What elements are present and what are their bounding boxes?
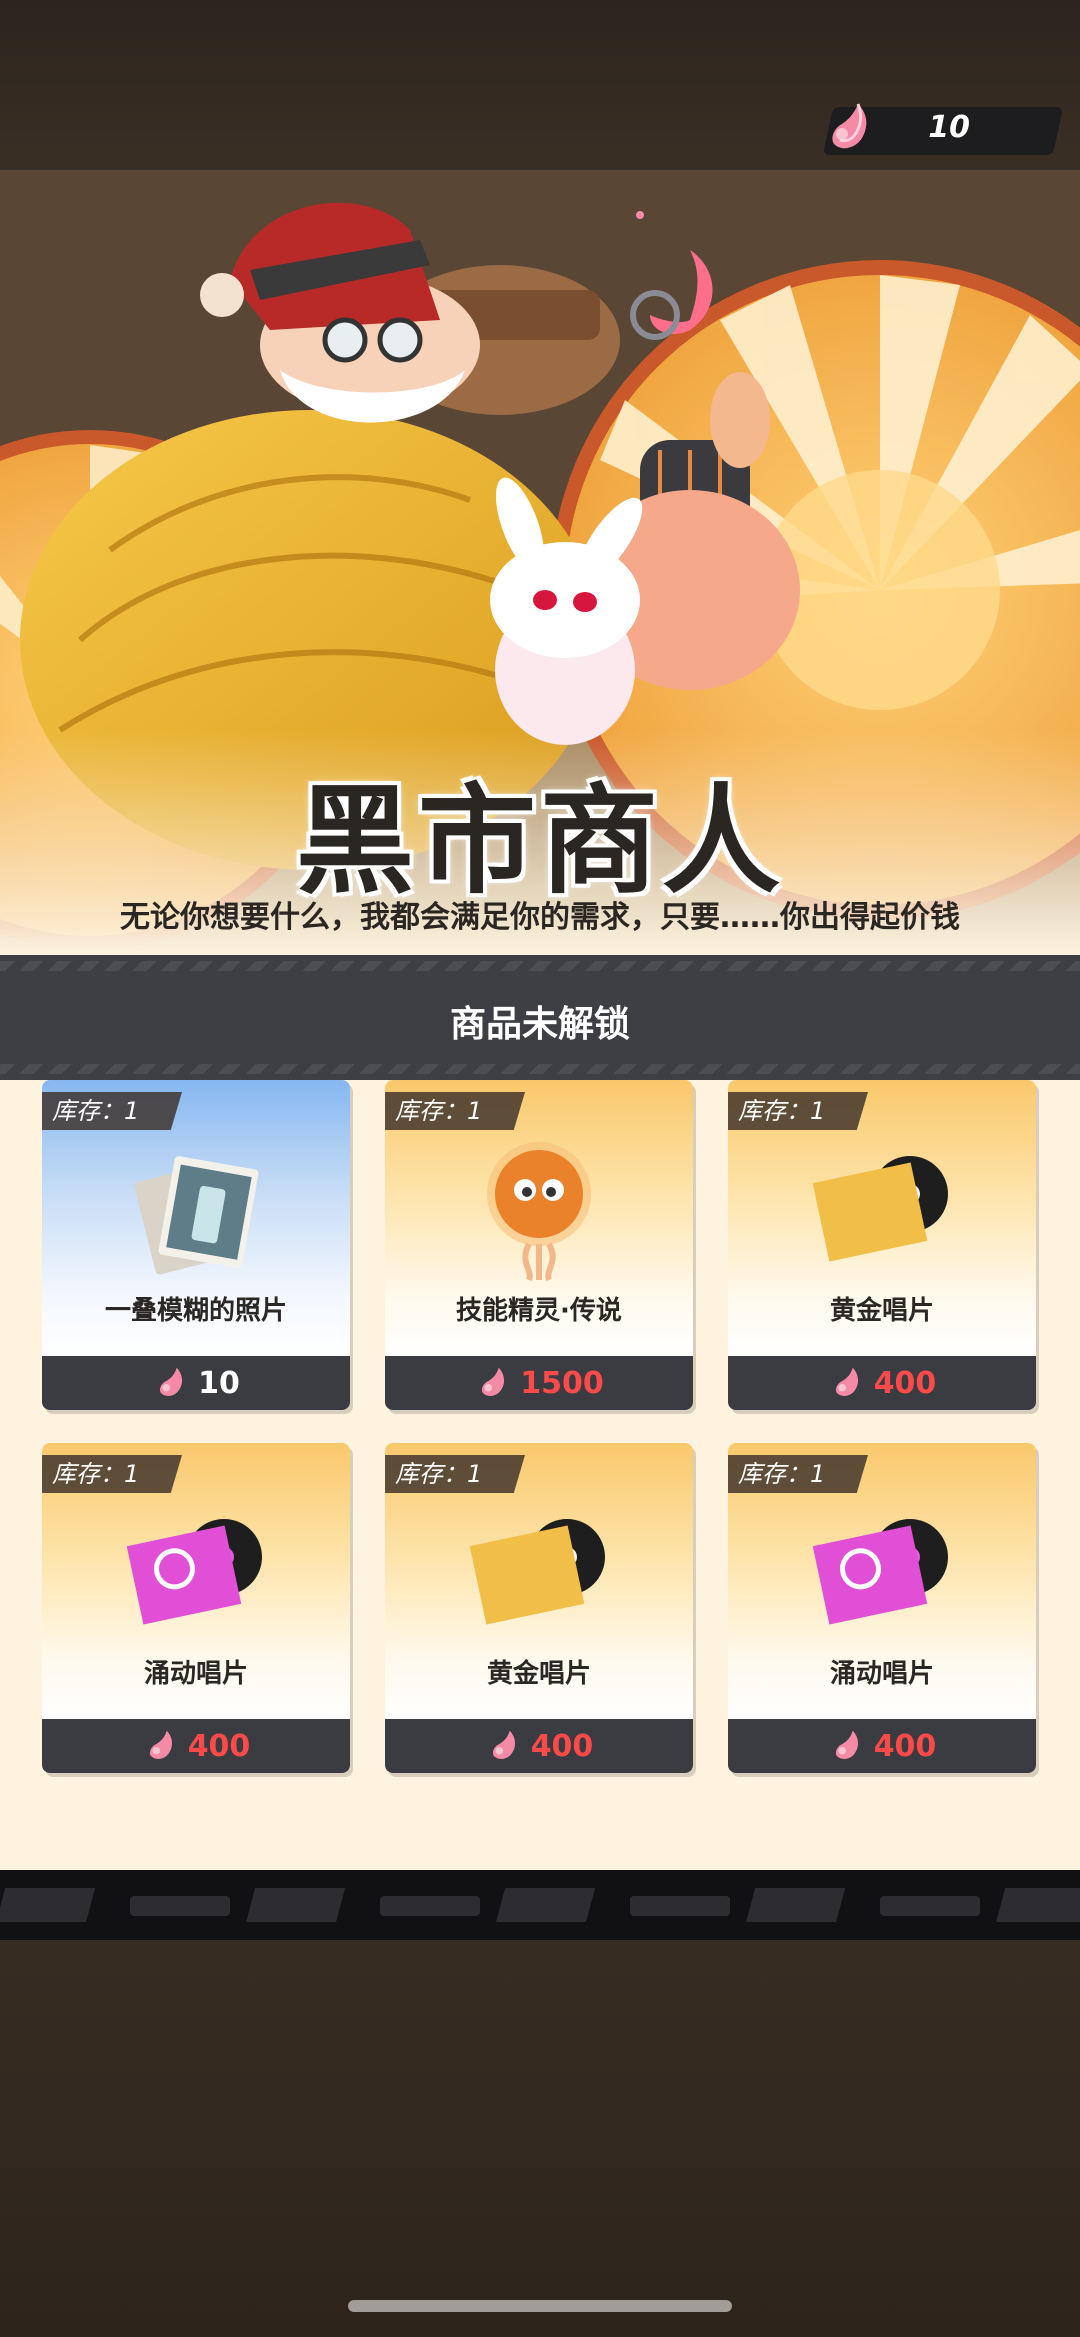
decorative-stripe bbox=[0, 1870, 1080, 1940]
item-name: 黄金唱片 bbox=[829, 1296, 934, 1326]
pink-crystal-icon bbox=[835, 1730, 858, 1759]
item-price: 400 bbox=[873, 1365, 937, 1401]
merchant-subtitle: 无论你想要什么，我都会满足你的需求，只要……你出得起价钱 bbox=[120, 900, 960, 935]
item-name: 黄金唱片 bbox=[486, 1659, 591, 1689]
home-indicator[interactable] bbox=[348, 2300, 732, 2312]
shop-item-card[interactable]: 库存：1 涌动唱片 400 bbox=[728, 1443, 1036, 1773]
pink-crystal-icon bbox=[832, 103, 867, 149]
currency-amount: 10 bbox=[928, 110, 970, 145]
lock-banner: 商品未解锁 bbox=[0, 955, 1080, 1080]
shop-item-card[interactable]: 库存：1 黄金唱片 400 bbox=[728, 1080, 1036, 1410]
shop-item-card[interactable]: 库存：1 黄金唱片 400 bbox=[385, 1443, 693, 1773]
skill-sprite-icon bbox=[487, 1142, 591, 1282]
stock-label: 库存：1 bbox=[728, 1455, 868, 1493]
buy-button[interactable]: 1500 bbox=[385, 1356, 693, 1410]
item-name: 技能精灵·传说 bbox=[456, 1296, 622, 1326]
item-price: 400 bbox=[873, 1728, 937, 1764]
item-price: 1500 bbox=[520, 1365, 604, 1401]
item-name: 涌动唱片 bbox=[143, 1659, 248, 1689]
stock-label: 库存：1 bbox=[42, 1455, 182, 1493]
stock-label: 库存：1 bbox=[385, 1092, 525, 1130]
pink-crystal-icon bbox=[492, 1730, 515, 1759]
pink-crystal-icon bbox=[149, 1730, 172, 1759]
item-price: 400 bbox=[187, 1728, 251, 1764]
stripe-pattern bbox=[0, 1888, 1080, 1922]
item-name: 涌动唱片 bbox=[829, 1659, 934, 1689]
shop-item-card[interactable]: 库存：1 涌动唱片 400 bbox=[42, 1443, 350, 1773]
photo-stack-icon bbox=[134, 1156, 259, 1275]
stock-label: 库存：1 bbox=[42, 1092, 182, 1130]
buy-button[interactable]: 400 bbox=[728, 1719, 1036, 1773]
pulse-record-icon bbox=[126, 1519, 262, 1625]
buy-button[interactable]: 400 bbox=[385, 1719, 693, 1773]
buy-button[interactable]: 400 bbox=[728, 1356, 1036, 1410]
pulse-record-icon bbox=[812, 1519, 948, 1625]
merchant-banner: 黑市商人 无论你想要什么，我都会满足你的需求，只要……你出得起价钱 bbox=[0, 170, 1080, 955]
stock-label: 库存：1 bbox=[385, 1455, 525, 1493]
buy-button[interactable]: 400 bbox=[42, 1719, 350, 1773]
lock-banner-text: 商品未解锁 bbox=[449, 1004, 630, 1045]
gold-record-icon bbox=[812, 1156, 948, 1262]
shop-item-card[interactable]: 库存：1 一叠模糊的照片 10 bbox=[42, 1080, 350, 1410]
shop-panel: 库存：1 一叠模糊的照片 10 库存：1 技能精灵·传说 1500 库存：1 黄… bbox=[0, 1080, 1080, 1870]
item-name: 一叠模糊的照片 bbox=[104, 1296, 287, 1326]
item-price: 400 bbox=[530, 1728, 594, 1764]
buy-button[interactable]: 10 bbox=[42, 1356, 350, 1410]
gold-record-icon bbox=[469, 1519, 605, 1625]
pink-crystal-icon bbox=[835, 1367, 858, 1396]
item-price: 10 bbox=[198, 1365, 240, 1401]
pink-crystal-icon bbox=[160, 1367, 183, 1396]
shop-item-card[interactable]: 库存：1 技能精灵·传说 1500 bbox=[385, 1080, 693, 1410]
merchant-title: 黑市商人 bbox=[295, 772, 784, 910]
stock-label: 库存：1 bbox=[728, 1092, 868, 1130]
pink-crystal-icon bbox=[482, 1367, 505, 1396]
